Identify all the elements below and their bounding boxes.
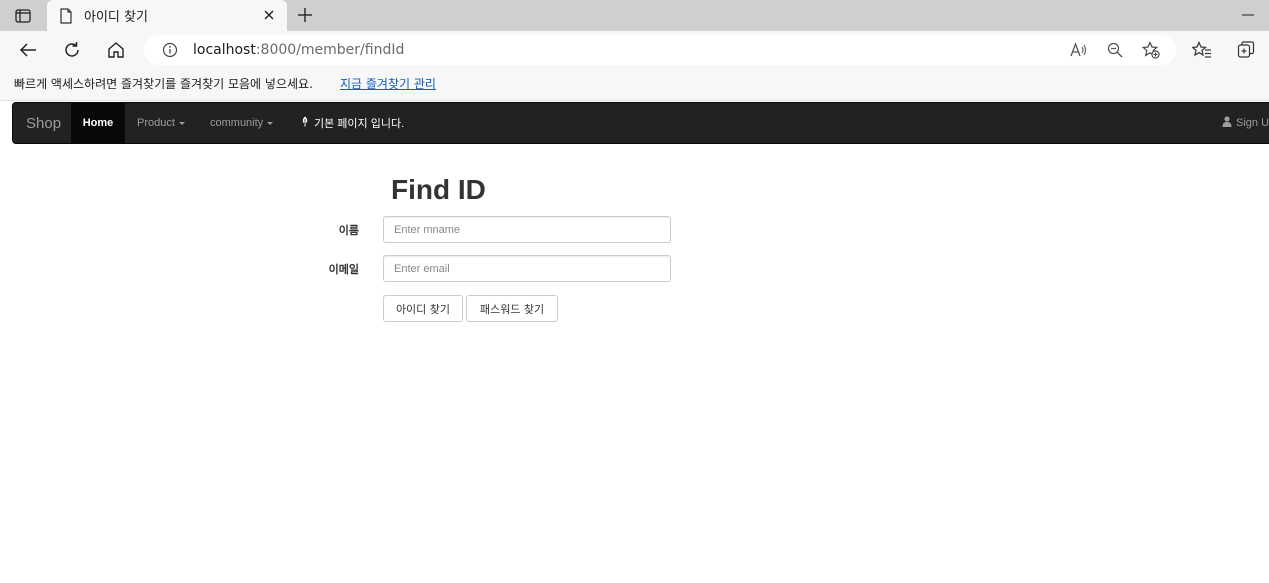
navbar-message: 기본 페이지 입니다.: [301, 103, 404, 143]
manage-favorites-link[interactable]: 지금 즐겨찾기 관리: [340, 75, 436, 92]
email-input[interactable]: [383, 255, 671, 282]
url-text: localhost:8000/member/findId: [193, 42, 404, 58]
home-icon[interactable]: [102, 37, 130, 63]
nav-item-product[interactable]: Product: [137, 103, 185, 143]
url-host: localhost: [193, 42, 256, 58]
email-label: 이메일: [328, 263, 359, 276]
address-bar[interactable]: localhost:8000/member/findId: [144, 35, 1176, 65]
user-icon: [1222, 116, 1232, 130]
navbar-message-text: 기본 페이지 입니다.: [314, 118, 405, 130]
sign-up-label: Sign U: [1236, 117, 1269, 129]
nav-item-label: Home: [82, 117, 114, 129]
minimize-icon[interactable]: [1239, 6, 1257, 24]
document-icon: [59, 7, 73, 24]
info-icon[interactable]: [162, 42, 178, 58]
nav-item-label: Product: [137, 117, 175, 129]
favorites-icon[interactable]: [1188, 37, 1216, 63]
browser-tab[interactable]: 아이디 찾기: [47, 0, 287, 31]
find-password-button[interactable]: 패스워드 찾기: [466, 295, 558, 322]
find-id-button[interactable]: 아이디 찾기: [383, 295, 463, 322]
site-navbar: Shop Home Product community 기본 페이지 입니다. …: [12, 102, 1269, 144]
page-title: Find ID: [391, 174, 486, 205]
browser-tab-strip: 아이디 찾기: [0, 0, 1269, 31]
read-aloud-icon[interactable]: [1069, 40, 1089, 60]
nav-item-community[interactable]: community: [210, 103, 274, 143]
nav-item-home[interactable]: Home: [71, 103, 125, 143]
navbar-brand[interactable]: Shop: [26, 115, 61, 132]
zoom-out-icon[interactable]: [1105, 40, 1125, 60]
back-arrow-icon[interactable]: [14, 37, 42, 63]
plus-icon[interactable]: [293, 4, 317, 26]
collections-icon[interactable]: [1232, 37, 1260, 63]
favorites-prompt: 빠르게 액세스하려면 즐겨찾기를 즐겨찾기 모음에 넣으세요.: [14, 77, 313, 91]
favorites-bar: 빠르게 액세스하려면 즐겨찾기를 즐겨찾기 모음에 넣으세요. 지금 즐겨찾기 …: [0, 69, 1269, 101]
caret-down-icon: [178, 122, 185, 125]
close-icon[interactable]: [261, 7, 277, 23]
refresh-icon[interactable]: [58, 37, 86, 63]
name-label: 이름: [338, 224, 359, 237]
star-add-icon[interactable]: [1141, 40, 1161, 60]
leaf-icon: [301, 116, 309, 130]
tab-actions-icon[interactable]: [9, 5, 37, 27]
sign-up-link[interactable]: Sign U: [1222, 103, 1269, 143]
name-input[interactable]: [383, 216, 671, 243]
nav-item-label: community: [210, 117, 264, 129]
url-path: :8000/member/findId: [255, 42, 405, 58]
tab-title: 아이디 찾기: [84, 10, 148, 25]
caret-down-icon: [267, 122, 274, 125]
browser-toolbar: localhost:8000/member/findId: [0, 31, 1269, 69]
